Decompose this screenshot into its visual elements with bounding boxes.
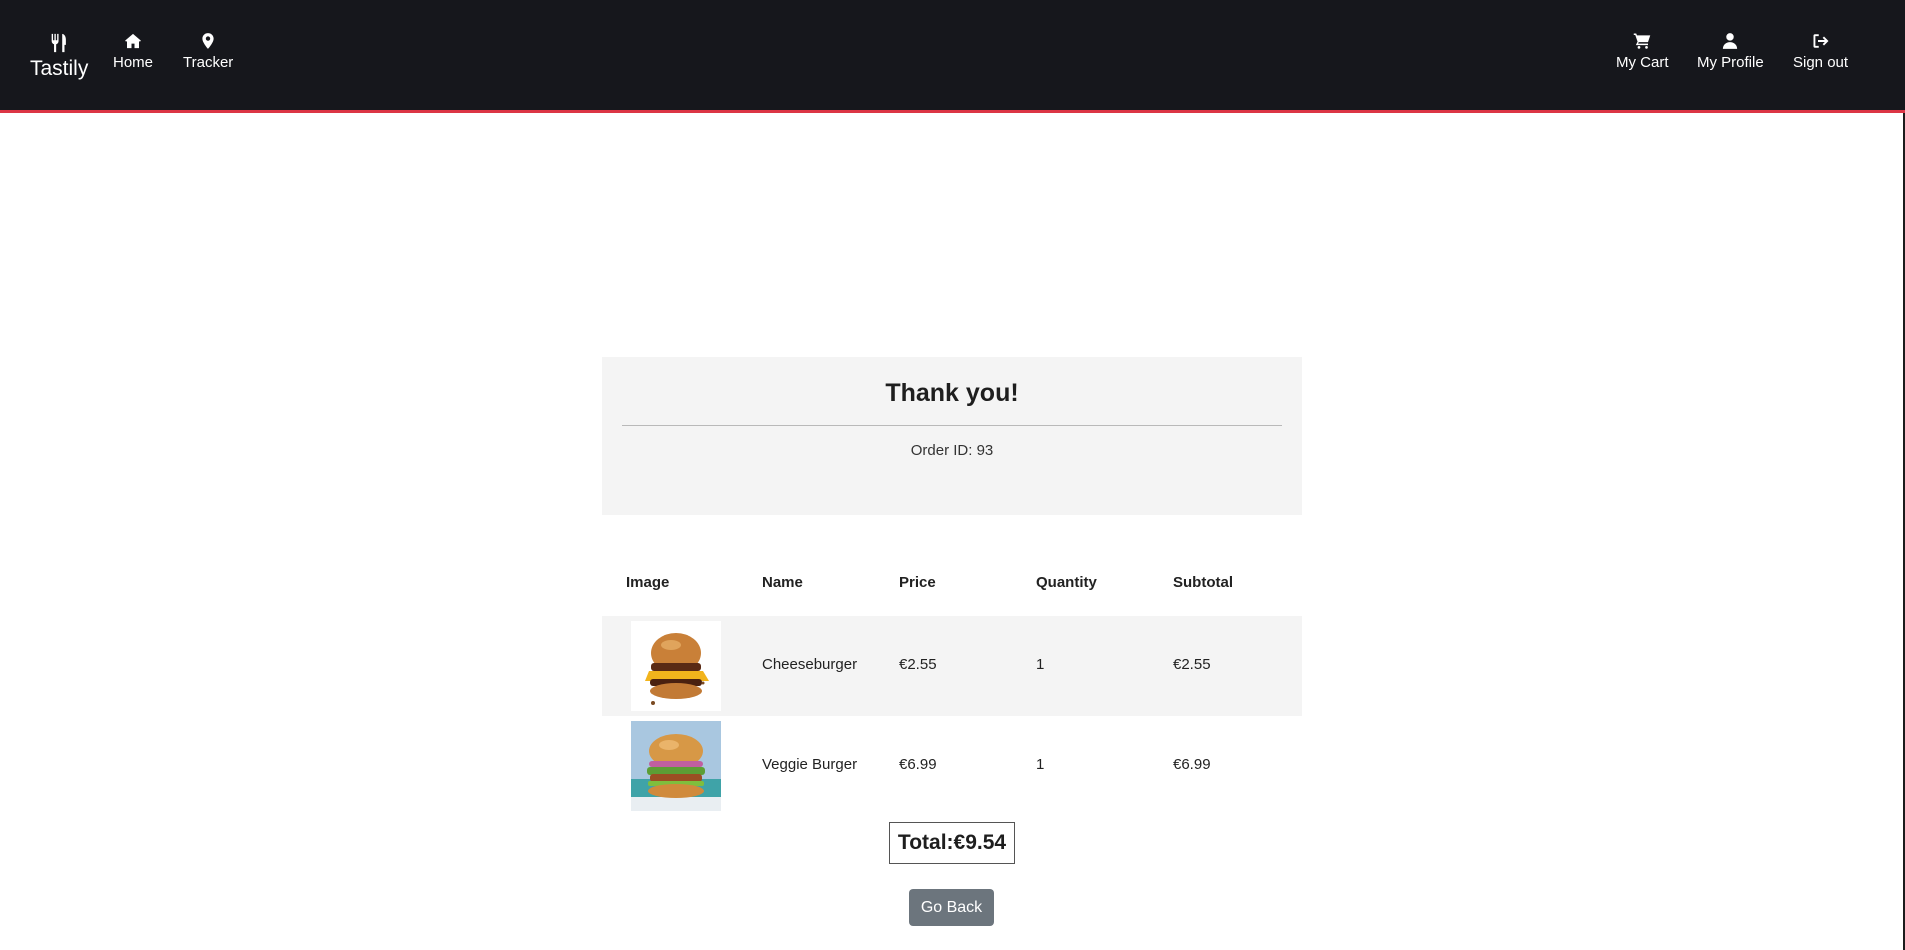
thank-you-title: Thank you! (885, 379, 1019, 407)
item-quantity: 1 (1036, 756, 1045, 773)
brand-name: Tastily (30, 57, 89, 80)
cart-icon (1634, 33, 1651, 49)
nav-my-profile-label: My Profile (1697, 54, 1764, 71)
header-subtotal: Subtotal (1173, 574, 1233, 591)
item-name: Veggie Burger (762, 756, 858, 773)
nav-my-cart-label: My Cart (1616, 54, 1669, 71)
header-price: Price (899, 574, 936, 591)
order-total: Total:€9.54 (889, 822, 1015, 864)
brand-logo-link[interactable]: Tastily (30, 32, 88, 81)
home-icon (125, 33, 141, 49)
nav-sign-out-label: Sign out (1793, 54, 1849, 71)
order-items-table: Image Name Price Quantity Subtotal Chees… (602, 558, 1302, 816)
item-price: €6.99 (899, 756, 937, 773)
user-icon (1723, 33, 1738, 49)
header-quantity: Quantity (1036, 574, 1097, 591)
table-header-row: Image Name Price Quantity Subtotal (602, 558, 1302, 616)
map-pin-icon (202, 33, 214, 49)
sign-out-icon (1813, 34, 1829, 48)
divider (622, 425, 1282, 426)
utensils-icon (51, 33, 67, 53)
thank-you-card: Thank you! Order ID: 93 (602, 357, 1302, 515)
table-row: Cheeseburger €2.55 1 €2.55 (602, 616, 1302, 716)
item-subtotal: €2.55 (1173, 656, 1211, 673)
order-id-text: Order ID: 93 (910, 442, 994, 459)
item-name: Cheeseburger (762, 656, 858, 673)
nav-my-profile[interactable]: My Profile (1697, 32, 1764, 71)
nav-my-cart[interactable]: My Cart (1616, 32, 1669, 71)
nav-sign-out[interactable]: Sign out (1793, 32, 1848, 71)
nav-home-label: Home (113, 54, 154, 71)
item-price: €2.55 (899, 656, 937, 673)
order-confirmation-page: Tastily Home Tracker My Cart My Profile … (0, 0, 1905, 950)
go-back-button[interactable]: Go Back (909, 889, 994, 926)
header-name: Name (762, 574, 803, 591)
header-image: Image (626, 574, 670, 591)
table-row: Veggie Burger €6.99 1 €6.99 (602, 716, 1302, 816)
item-quantity: 1 (1036, 656, 1045, 673)
nav-home[interactable]: Home (113, 32, 153, 71)
top-navbar: Tastily Home Tracker My Cart My Profile … (0, 0, 1905, 113)
cheeseburger-image (631, 621, 721, 711)
veggie-burger-image (631, 721, 721, 811)
item-subtotal: €6.99 (1173, 756, 1211, 773)
nav-tracker[interactable]: Tracker (183, 32, 233, 71)
nav-tracker-label: Tracker (183, 54, 234, 71)
